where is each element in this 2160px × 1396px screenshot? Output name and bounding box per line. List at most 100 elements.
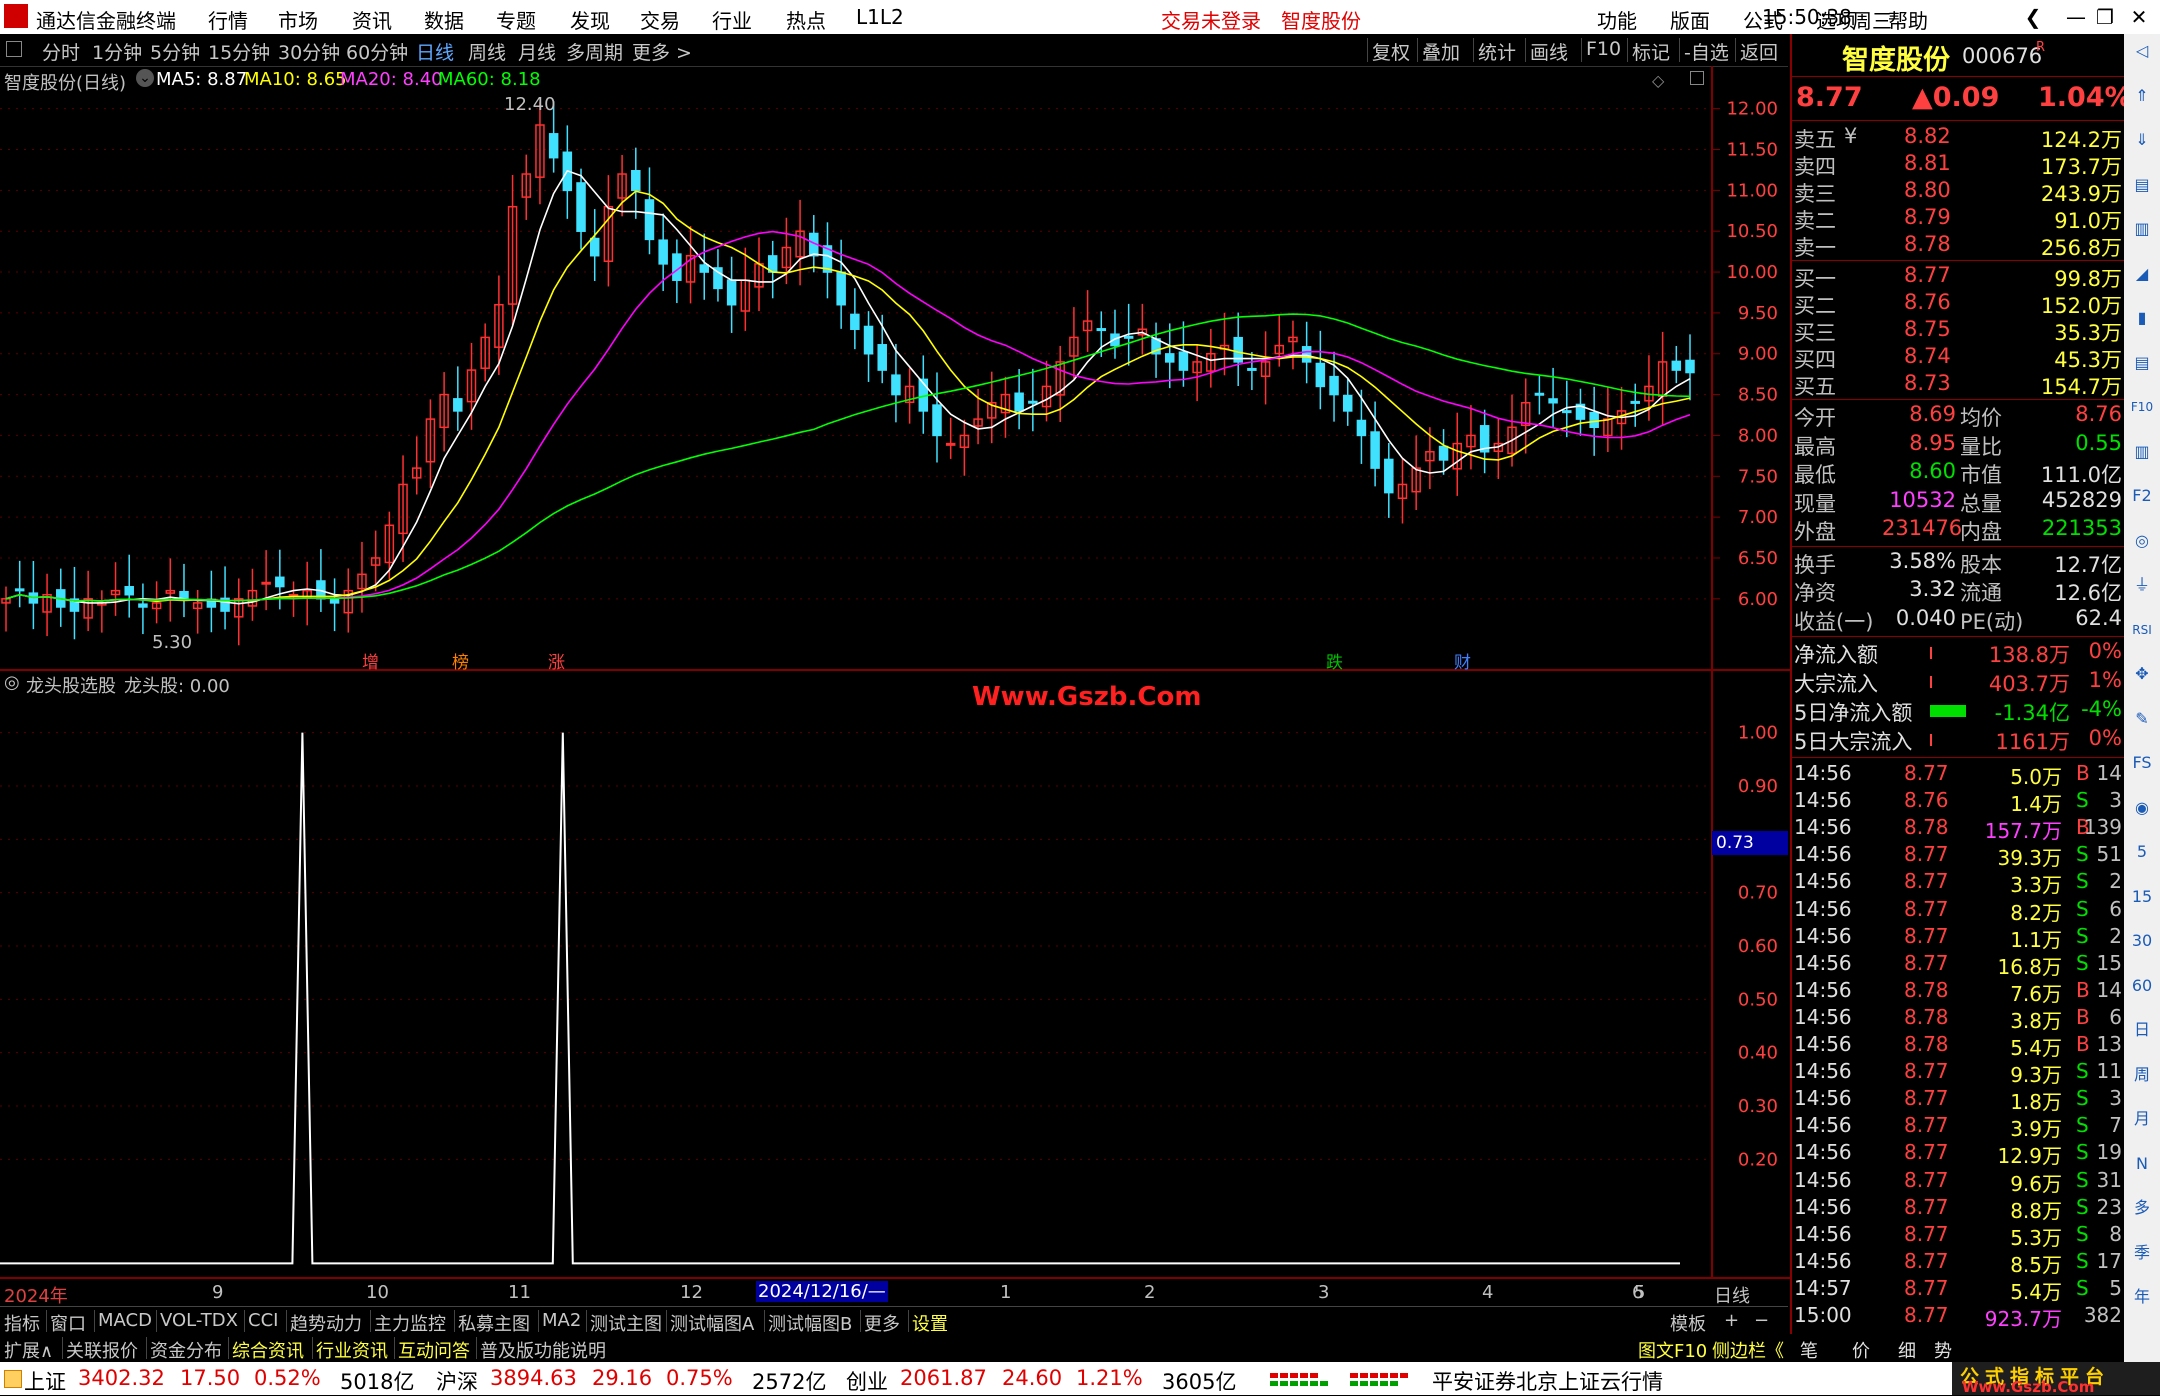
side-tab-2[interactable]: 笔 <box>1800 1337 1818 1363</box>
indicator-tab-2[interactable]: MACD <box>98 1310 152 1331</box>
side-tool-icon-14[interactable]: ✥ <box>2129 661 2155 687</box>
toolbar-action-7[interactable]: 返回 <box>1740 38 1778 65</box>
bid-row[interactable]: 买二 8.76 152.0万 <box>1792 290 2126 318</box>
template-action-0[interactable]: 模板 <box>1670 1310 1706 1336</box>
bid-row[interactable]: 买三 8.75 35.3万 <box>1792 317 2126 345</box>
ask-row[interactable]: 卖三 8.80 243.9万 <box>1792 178 2126 206</box>
period-tab-8[interactable]: 月线 <box>518 38 556 65</box>
indicator-tab-4[interactable]: CCI <box>248 1310 278 1331</box>
side-tool-icon-8[interactable]: F10 <box>2129 394 2155 420</box>
menu-item-0[interactable]: 行情 <box>208 5 248 34</box>
side-tool-icon-23[interactable]: 周 <box>2129 1062 2155 1088</box>
indicator-tab-0[interactable]: 指标 <box>4 1310 40 1336</box>
side-tool-icon-27[interactable]: 季 <box>2129 1240 2155 1266</box>
side-tool-icon-7[interactable]: ▤ <box>2129 350 2155 376</box>
ask-row[interactable]: 卖四 8.81 173.7万 <box>1792 151 2126 179</box>
indicator-tab-3[interactable]: VOL-TDX <box>160 1310 238 1331</box>
event-marker-0[interactable]: 增 <box>362 648 379 673</box>
indicator-tab-5[interactable]: 趋势动力 <box>290 1310 362 1336</box>
toolbar-action-3[interactable]: 画线 <box>1530 38 1568 65</box>
chart-canvas[interactable]: 12.00 11.50 11.00 10.50 10.00 9.50 9.00 8.50 8.0… <box>0 66 1790 1286</box>
period-tab-3[interactable]: 15分钟 <box>208 38 270 65</box>
indicator-tab-13[interactable]: 设置 <box>912 1310 948 1336</box>
menu-item-7[interactable]: 行业 <box>712 5 752 34</box>
ask-row[interactable]: 卖五 ¥8.82 124.2万 <box>1792 124 2126 152</box>
template-action-1[interactable]: + <box>1724 1310 1739 1331</box>
event-marker-2[interactable]: 涨 <box>548 648 565 673</box>
side-tab-0[interactable]: 图文F10 <box>1638 1337 1707 1363</box>
period-tab-0[interactable]: 分时 <box>42 38 80 65</box>
bid-row[interactable]: 买一 8.77 99.8万 <box>1792 263 2126 291</box>
chevron-down-icon[interactable]: ⌄ <box>136 69 154 87</box>
period-tab-9[interactable]: 多周期 <box>566 38 623 65</box>
close-icon[interactable]: ✕ <box>2126 4 2152 30</box>
bid-row[interactable]: 买五 8.73 154.7万 <box>1792 371 2126 399</box>
event-marker-1[interactable]: 榜 <box>452 648 469 673</box>
menu-item-9[interactable]: L1L2 <box>856 5 904 29</box>
info-tab-1[interactable]: 关联报价 <box>66 1337 138 1363</box>
indicator-tab-8[interactable]: MA2 <box>542 1310 581 1331</box>
chart-area[interactable]: 12.00 11.50 11.00 10.50 10.00 9.50 9.00 8.50 8.0… <box>0 66 1790 1307</box>
side-tool-icon-4[interactable]: ▥ <box>2129 216 2155 242</box>
indicator-tab-1[interactable]: 窗口 <box>50 1310 86 1336</box>
side-tool-icon-6[interactable]: ▮ <box>2129 305 2155 331</box>
info-tab-4[interactable]: 行业资讯 <box>316 1337 388 1363</box>
back-icon[interactable]: ❮ <box>2020 4 2046 30</box>
side-tool-icon-16[interactable]: FS <box>2129 750 2155 776</box>
side-tab-4[interactable]: 细 <box>1898 1337 1916 1363</box>
menu-item-6[interactable]: 交易 <box>640 5 680 34</box>
side-tab-3[interactable]: 价 <box>1852 1337 1870 1363</box>
period-tab-2[interactable]: 5分钟 <box>150 38 200 65</box>
toolbar-action-1[interactable]: 叠加 <box>1422 38 1460 65</box>
bid-row[interactable]: 买四 8.74 45.3万 <box>1792 344 2126 372</box>
menu-item-2[interactable]: 资讯 <box>352 5 392 34</box>
info-tab-0[interactable]: 扩展∧ <box>4 1337 53 1363</box>
current-stock-title[interactable]: 智度股份 <box>1281 5 1361 34</box>
event-marker-4[interactable]: 财 <box>1454 648 1471 673</box>
side-tool-icon-19[interactable]: 15 <box>2129 884 2155 910</box>
menu-right-item-4[interactable]: 帮助 <box>1888 5 1928 34</box>
side-tool-icon-24[interactable]: 月 <box>2129 1106 2155 1132</box>
side-tool-icon-22[interactable]: 日 <box>2129 1017 2155 1043</box>
toolbar-action-2[interactable]: 统计 <box>1478 38 1516 65</box>
menu-right-item-3[interactable]: 选项 <box>1816 5 1856 34</box>
toolbar-action-0[interactable]: 复权 <box>1372 38 1410 65</box>
flow-row[interactable]: 净流入额 138.8万 0% <box>1792 639 2126 667</box>
sz-index-name[interactable]: 沪深 <box>436 1366 478 1396</box>
side-tool-icon-15[interactable]: ✎ <box>2129 706 2155 732</box>
info-tab-2[interactable]: 资金分布 <box>150 1337 222 1363</box>
info-tab-6[interactable]: 普及版功能说明 <box>480 1337 606 1363</box>
menu-item-3[interactable]: 数据 <box>424 5 464 34</box>
panel-toggle-icon[interactable] <box>6 41 22 57</box>
indicator-tab-6[interactable]: 主力监控 <box>374 1310 446 1336</box>
side-tool-icon-20[interactable]: 30 <box>2129 928 2155 954</box>
indicator-tab-11[interactable]: 测试幅图B <box>768 1310 852 1336</box>
minimize-icon[interactable]: — <box>2063 4 2089 30</box>
toolbar-action-5[interactable]: 标记 <box>1632 38 1670 65</box>
restore-icon[interactable]: ❐ <box>2092 4 2118 30</box>
flow-row[interactable]: 5日大宗流入 1161万 0% <box>1792 726 2126 754</box>
info-tab-5[interactable]: 互动问答 <box>398 1337 470 1363</box>
side-tab-5[interactable]: 势 <box>1934 1337 1952 1363</box>
ask-row[interactable]: 卖一 8.78 256.8万 <box>1792 232 2126 260</box>
login-status[interactable]: 交易未登录 <box>1161 5 1261 34</box>
period-tab-4[interactable]: 30分钟 <box>278 38 340 65</box>
indicator-expand-icon[interactable]: ◎ <box>4 672 20 693</box>
menu-right-item-2[interactable]: 公式 <box>1743 5 1783 34</box>
side-tool-icon-1[interactable]: ⇑ <box>2129 83 2155 109</box>
side-tool-icon-9[interactable]: ▥ <box>2129 439 2155 465</box>
indicator-tab-9[interactable]: 测试主图 <box>590 1310 662 1336</box>
ask-row[interactable]: 卖二 8.79 91.0万 <box>1792 205 2126 233</box>
side-tool-icon-28[interactable]: 年 <box>2129 1284 2155 1310</box>
period-tab-5[interactable]: 60分钟 <box>346 38 408 65</box>
side-tool-icon-25[interactable]: N <box>2129 1151 2155 1177</box>
window-icon[interactable] <box>1690 71 1704 85</box>
flow-row[interactable]: 大宗流入 403.7万 1% <box>1792 668 2126 696</box>
menu-item-5[interactable]: 发现 <box>570 5 610 34</box>
toolbar-action-4[interactable]: F10 <box>1586 38 1621 60</box>
menu-item-8[interactable]: 热点 <box>786 5 826 34</box>
menu-item-1[interactable]: 市场 <box>278 5 318 34</box>
period-tab-7[interactable]: 周线 <box>468 38 506 65</box>
template-action-2[interactable]: − <box>1754 1310 1769 1331</box>
side-tool-icon-12[interactable]: ⏚ <box>2129 572 2155 598</box>
